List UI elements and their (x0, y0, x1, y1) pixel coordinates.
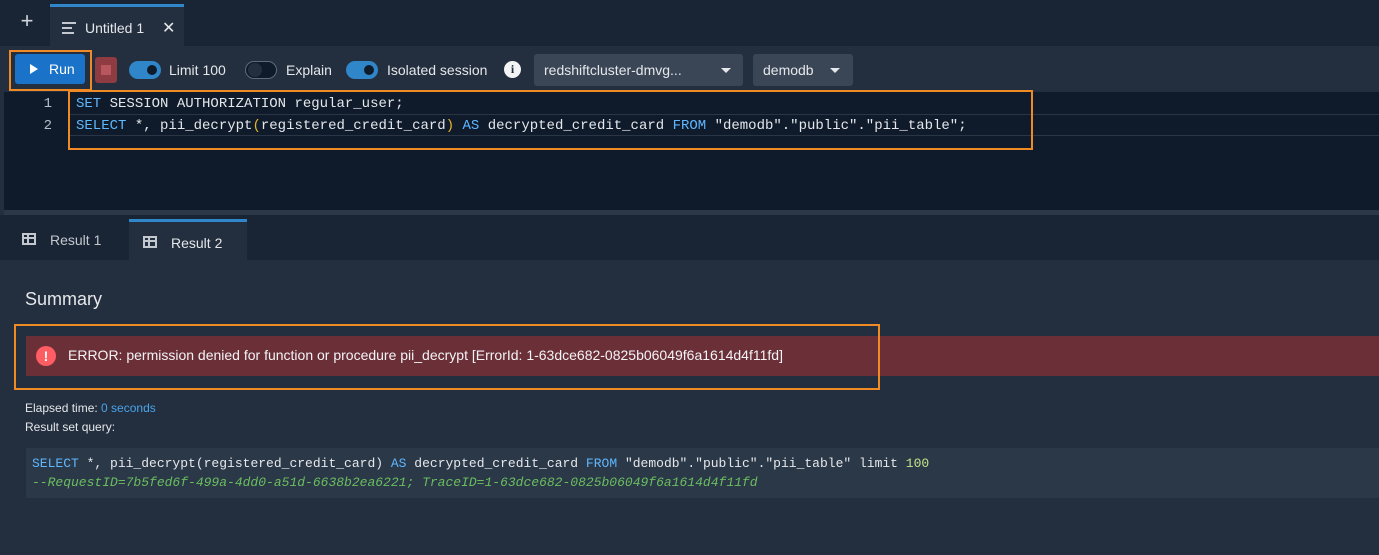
query-line: SELECT *, pii_decrypt(registered_credit_… (32, 456, 929, 471)
close-icon[interactable]: ✕ (162, 18, 175, 38)
sql-keyword: SET (76, 96, 102, 112)
sql-number: 100 (905, 456, 930, 471)
table-icon (143, 236, 157, 248)
sql-editor[interactable]: 1 2 SET SESSION AUTHORIZATION regular_us… (4, 92, 1379, 210)
line-number: 1 (43, 96, 52, 112)
elapsed-time: Elapsed time: 0 seconds (25, 401, 156, 415)
result-set-query-label: Result set query: (25, 420, 116, 434)
sql-text: registered_credit_card (260, 118, 446, 134)
new-tab-icon[interactable]: + (16, 10, 38, 32)
line-number: 2 (43, 118, 52, 134)
summary-title: Summary (25, 289, 103, 309)
isolated-session-label: Isolated session (387, 62, 488, 78)
stop-button[interactable] (95, 57, 117, 83)
sql-text: "demodb"."public"."pii_table"; (706, 118, 967, 134)
connection-select[interactable]: redshiftcluster-dmvg... (534, 54, 743, 86)
error-icon: ! (36, 346, 56, 366)
limit-toggle[interactable] (129, 61, 161, 79)
code-line-1: SET SESSION AUTHORIZATION regular_user; (76, 96, 404, 112)
tab-label: Result 2 (171, 235, 223, 251)
run-button[interactable]: Run (15, 54, 85, 84)
tab-untitled-1[interactable]: Untitled 1 ✕ (50, 4, 184, 46)
code-line-2: SELECT *, pii_decrypt(registered_credit_… (76, 118, 967, 134)
elapsed-value: 0 seconds (101, 401, 156, 415)
editor-tab-bar: + Untitled 1 ✕ (0, 0, 1379, 46)
sql-text: *, pii_decrypt(registered_credit_card) (78, 456, 391, 471)
document-icon (62, 22, 76, 34)
sql-text: "demodb"."public"."pii_table" limit (617, 456, 906, 471)
tab-result-1[interactable]: Result 1 (8, 219, 126, 260)
result-tab-bar: Result 1 Result 2 (0, 215, 1379, 260)
sql-keyword: FROM (672, 118, 707, 134)
query-comment: --RequestID=7b5fed6f-499a-4dd0-a51d-6638… (32, 475, 758, 490)
table-icon (22, 233, 36, 245)
tab-label: Untitled 1 (85, 20, 145, 36)
explain-label: Explain (286, 62, 332, 78)
sql-paren: ) (445, 118, 455, 134)
stop-icon (101, 65, 111, 75)
info-icon[interactable]: i (504, 61, 521, 78)
isolated-session-toggle[interactable] (346, 61, 378, 79)
sql-text: SESSION AUTHORIZATION regular_user; (101, 96, 404, 112)
run-button-label: Run (49, 61, 75, 77)
result-set-query: SELECT *, pii_decrypt(registered_credit_… (26, 448, 1379, 498)
sql-keyword: SELECT (76, 118, 127, 134)
limit-label: Limit 100 (169, 62, 226, 78)
database-select[interactable]: demodb (753, 54, 853, 86)
sql-paren: ( (252, 118, 261, 134)
play-icon (30, 64, 38, 74)
sql-keyword: FROM (585, 456, 618, 471)
elapsed-label: Elapsed time: (25, 401, 98, 415)
tab-label: Result 1 (50, 232, 102, 248)
sql-text: decrypted_credit_card (406, 456, 586, 471)
sql-keyword: SELECT (32, 456, 79, 471)
database-select-value: demodb (763, 62, 814, 78)
sql-text: decrypted_credit_card (479, 118, 673, 134)
chevron-down-icon (830, 68, 840, 73)
sql-text: *, pii_decrypt (126, 118, 253, 134)
error-message: ERROR: permission denied for function or… (68, 347, 783, 363)
tab-result-2[interactable]: Result 2 (129, 219, 247, 260)
sql-keyword: AS (462, 118, 480, 134)
explain-toggle[interactable] (245, 61, 277, 79)
connection-select-value: redshiftcluster-dmvg... (544, 62, 682, 78)
sql-keyword: AS (390, 456, 407, 471)
chevron-down-icon (721, 68, 731, 73)
query-toolbar: Run Limit 100 Explain Isolated session i… (0, 46, 1379, 92)
error-alert: ! ERROR: permission denied for function … (26, 336, 1379, 376)
